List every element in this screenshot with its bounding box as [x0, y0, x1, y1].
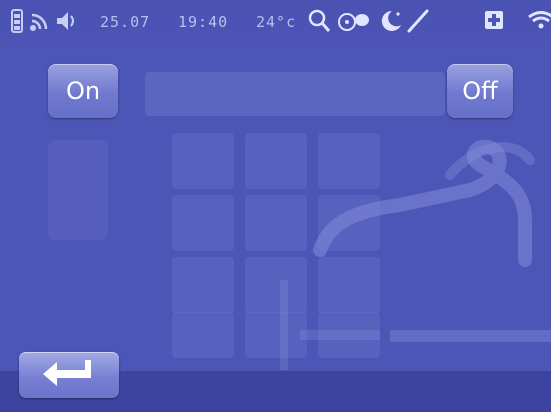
- back-button[interactable]: [19, 352, 119, 398]
- time-text: 19:40: [178, 13, 229, 31]
- background-duct-graphic: [280, 139, 551, 370]
- on-button[interactable]: On: [48, 64, 118, 118]
- moon-icon[interactable]: [378, 8, 404, 34]
- pen-icon[interactable]: [405, 8, 431, 34]
- status-bar: 25.07 19:40 24°c: [0, 0, 551, 46]
- battery-icon: [11, 9, 23, 33]
- off-button[interactable]: Off: [447, 64, 513, 118]
- date-text: 25.07: [100, 13, 151, 31]
- search-icon[interactable]: [307, 8, 331, 34]
- temperature-text: 24°c: [256, 13, 297, 31]
- plus-icon[interactable]: [484, 8, 504, 34]
- signal-icon: [30, 13, 48, 31]
- speaker-icon: [57, 12, 74, 30]
- thermostat-screen: 25.07 19:40 24°c On Off: [0, 0, 551, 412]
- chat-icon[interactable]: [336, 8, 372, 34]
- wifi-icon[interactable]: [527, 8, 551, 34]
- return-arrow-icon: [43, 360, 91, 386]
